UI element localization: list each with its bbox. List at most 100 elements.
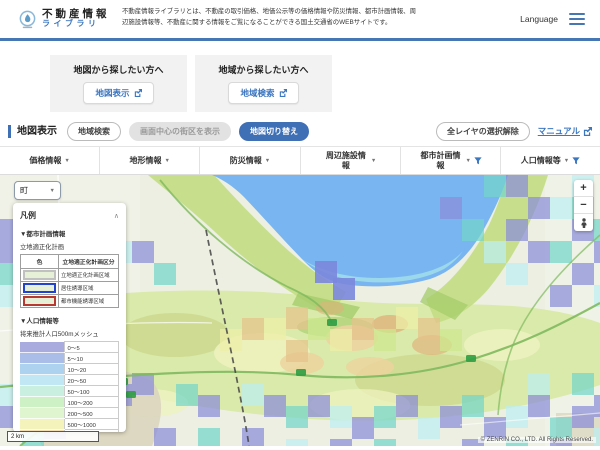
legend-row: 居住誘導区域 (21, 282, 119, 295)
external-link-icon (279, 89, 287, 97)
scale-label: 200〜500 (64, 408, 119, 419)
map-container: 町 ▼ + − 凡例 ∧ ▼都市計画情報 立地適正化計画 色 立地適正化計画区分… (0, 175, 600, 446)
population-scale-table: 0〜5 5〜10 10〜20 20〜50 50〜100 100〜200 200〜… (20, 341, 119, 432)
swatch-plan-area (23, 270, 56, 280)
scale-row: 200〜500 (20, 408, 119, 419)
scale-bar-label: 2 km (11, 434, 24, 440)
site-logo[interactable]: 不動産情報 ライブラリ (18, 9, 110, 28)
layer-category-bar: 価格情報▼ 地形情報▼ 防災情報▼ 周辺施設情報▼ 都市計画情報▼ 人口情報等▼ (0, 146, 600, 175)
logo-subtitle: ライブラリ (42, 20, 110, 28)
filter-population-info[interactable]: 人口情報等▼ (500, 147, 600, 174)
scale-label: 50〜100 (64, 386, 119, 397)
chevron-down-icon: ▼ (64, 158, 69, 164)
external-link-icon (134, 89, 142, 97)
swatch-residential-zone (23, 283, 56, 293)
collapse-chevron-icon[interactable]: ∧ (114, 212, 119, 220)
scale-row: 100〜200 (20, 397, 119, 408)
scale-label: 20〜50 (64, 375, 119, 386)
scale-swatch (20, 408, 64, 419)
filter-label: 地形情報 (130, 156, 162, 165)
card-title: 地域から探したい方へ (218, 63, 308, 76)
scale-swatch (20, 353, 64, 364)
funnel-filter-icon (572, 157, 580, 165)
filter-price-info[interactable]: 価格情報▼ (0, 147, 99, 174)
entry-cards: 地図から探したい方へ 地図表示 地域から探したい方へ 地域検索 (50, 55, 600, 112)
scale-row: 0〜5 (20, 342, 119, 353)
scale-swatch (20, 419, 64, 430)
funnel-filter-icon (474, 157, 482, 165)
urban-plan-legend-table: 色 立地適正化計画区分 立地適正化計画区域 居住誘導区域 都市機能誘導区域 (20, 254, 119, 308)
filter-facility-info[interactable]: 周辺施設情報▼ (300, 147, 400, 174)
legend-section-urban: ▼都市計画情報 (20, 228, 119, 238)
chevron-down-icon: ▼ (466, 158, 471, 164)
scale-swatch (20, 375, 64, 386)
chevron-down-icon: ▼ (50, 188, 55, 194)
map-display-button-label: 地図表示 (95, 87, 129, 99)
scale-label: 500〜1000 (64, 419, 119, 430)
chevron-down-icon: ▼ (371, 158, 376, 164)
address-level-select[interactable]: 町 ▼ (14, 181, 61, 200)
legend-subtitle-urban: 立地適正化計画 (20, 242, 119, 251)
legend-col-color: 色 (21, 255, 59, 269)
logo-drop-icon (18, 10, 37, 29)
legend-row-label: 都市機能誘導区域 (59, 295, 119, 308)
external-link-icon (583, 127, 592, 136)
scale-row: 5〜10 (20, 353, 119, 364)
filter-disaster-info[interactable]: 防災情報▼ (199, 147, 299, 174)
center-block-button[interactable]: 画面中心の街区を表示 (129, 122, 231, 141)
zoom-out-button[interactable]: − (574, 197, 593, 214)
map-attribution: © ZENRIN CO., LTD. All Rights Reserved. (478, 437, 596, 443)
clear-all-layers-button[interactable]: 全レイヤの選択解除 (436, 122, 530, 141)
site-header: 不動産情報 ライブラリ 不動産情報ライブラリとは、不動産の取引価格、地価公示等の… (0, 0, 600, 41)
language-button[interactable]: Language (520, 14, 558, 24)
manual-link[interactable]: マニュアル (538, 125, 592, 137)
site-description: 不動産情報ライブラリとは、不動産の取引価格、地価公示等の価格情報や防災情報、都市… (122, 7, 420, 28)
chevron-down-icon: ▼ (165, 158, 170, 164)
menu-hamburger-icon[interactable] (569, 13, 585, 25)
area-search-button-label: 地域検索 (240, 87, 274, 99)
map-toolbar: 地図表示 地域検索 画面中心の街区を表示 地図切り替え 全レイヤの選択解除 マニ… (8, 121, 592, 141)
scale-row: 20〜50 (20, 375, 119, 386)
filter-label: 都市計画情報 (419, 151, 463, 169)
swatch-urban-function-zone (23, 296, 56, 306)
card-title: 地図から探したい方へ (73, 63, 163, 76)
scale-swatch (20, 342, 64, 353)
map-switch-button[interactable]: 地図切り替え (239, 122, 309, 141)
filter-label: 周辺施設情報 (324, 151, 368, 169)
address-level-value: 町 (20, 185, 28, 196)
current-location-button[interactable] (574, 214, 593, 231)
page-title: 地図表示 (8, 125, 57, 138)
legend-row: 都市機能誘導区域 (21, 295, 119, 308)
legend-row-label: 居住誘導区域 (59, 282, 119, 295)
chevron-down-icon: ▼ (564, 158, 569, 164)
filter-label: 価格情報 (29, 156, 61, 165)
scale-label: 10〜20 (64, 364, 119, 375)
legend-row-label: 立地適正化計画区域 (59, 269, 119, 282)
legend-section-population: ▼人口情報等 (20, 315, 119, 325)
scale-label: 100〜200 (64, 397, 119, 408)
filter-urban-planning-info[interactable]: 都市計画情報▼ (400, 147, 500, 174)
card-search-by-map: 地図から探したい方へ 地図表示 (50, 55, 187, 112)
scale-row: 500〜1000 (20, 419, 119, 430)
area-search-button[interactable]: 地域検索 (228, 82, 298, 104)
filter-terrain-info[interactable]: 地形情報▼ (99, 147, 199, 174)
scale-label: 5〜10 (64, 353, 119, 364)
area-search-pill-button[interactable]: 地域検索 (67, 122, 121, 141)
map-display-button[interactable]: 地図表示 (83, 82, 153, 104)
zoom-in-button[interactable]: + (574, 180, 593, 197)
scale-swatch (20, 397, 64, 408)
filter-label: 防災情報 (230, 156, 262, 165)
scale-label: 0〜5 (64, 342, 119, 353)
card-search-by-area: 地域から探したい方へ 地域検索 (195, 55, 332, 112)
map-zoom-control: + − (574, 180, 593, 231)
legend-title: 凡例 (20, 210, 36, 221)
manual-link-label: マニュアル (538, 125, 580, 137)
legend-col-category: 立地適正化計画区分 (59, 255, 119, 269)
legend-subtitle-population: 将来推計人口500mメッシュ (20, 329, 119, 338)
chevron-down-icon: ▼ (265, 158, 270, 164)
map-scale-bar: 2 km (7, 431, 99, 442)
scale-swatch (20, 364, 64, 375)
filter-label: 人口情報等 (521, 156, 561, 165)
scale-swatch (20, 386, 64, 397)
legend-panel: 凡例 ∧ ▼都市計画情報 立地適正化計画 色 立地適正化計画区分 立地適正化計画… (13, 203, 126, 432)
